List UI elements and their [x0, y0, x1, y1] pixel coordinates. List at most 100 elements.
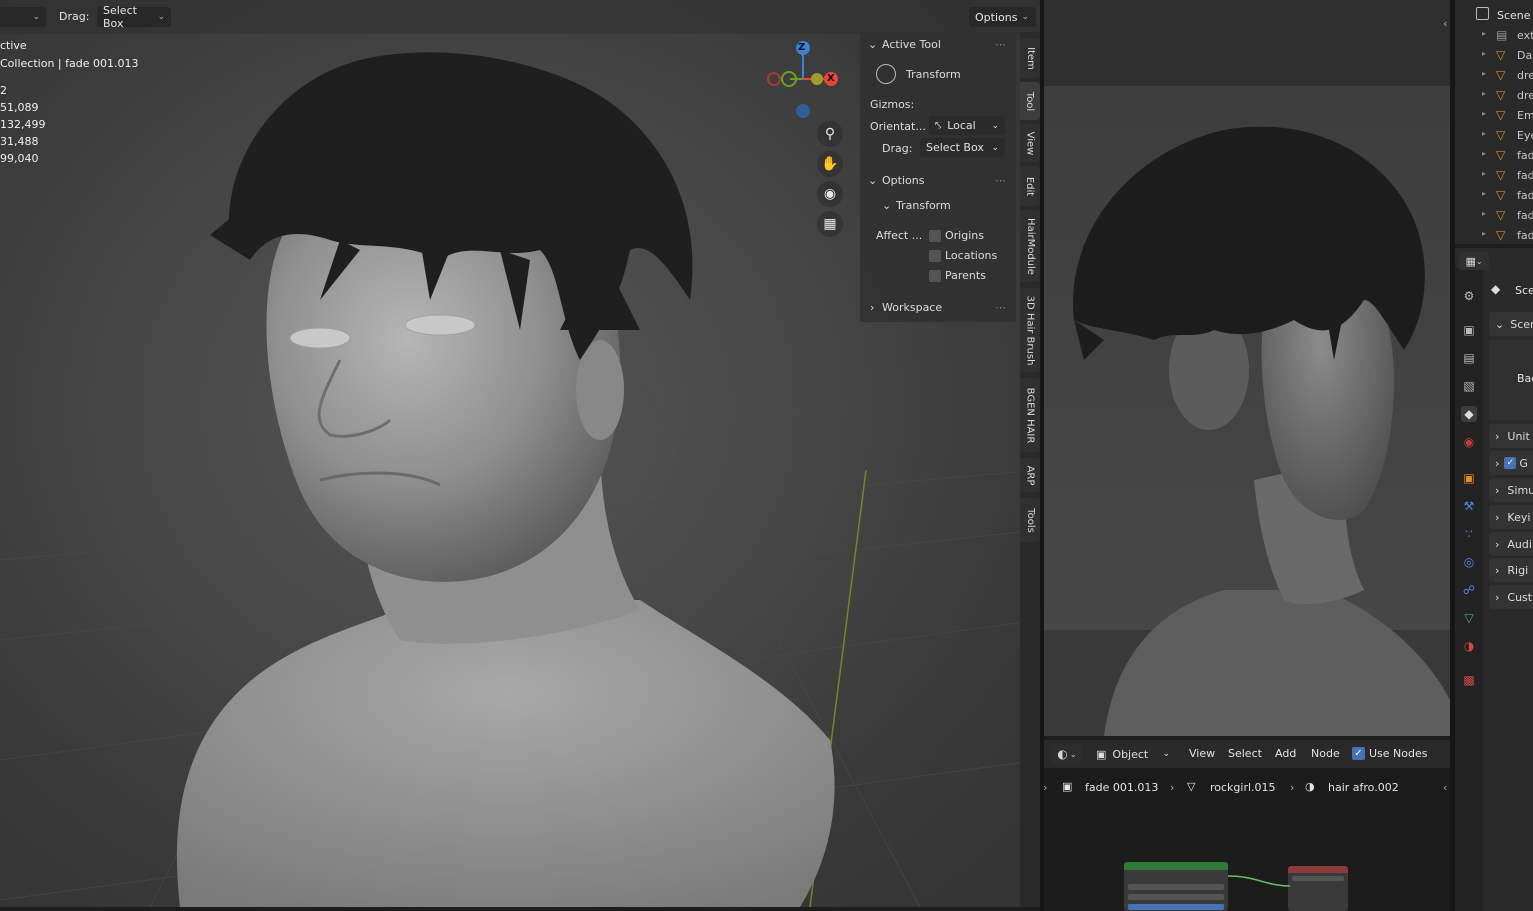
outliner-item[interactable]: ▸ ▽ Em	[1455, 106, 1533, 126]
output-icon[interactable]: ▤	[1461, 350, 1477, 366]
constraint-icon[interactable]: ☍	[1461, 582, 1477, 598]
outliner-item[interactable]: ▸ ▽ dre	[1455, 86, 1533, 106]
drag-handle-icon[interactable]: ⋯	[995, 174, 1006, 187]
expand-arrow-icon[interactable]: ▸	[1482, 169, 1486, 178]
drag-dropdown[interactable]: Select Box ⌄	[97, 4, 171, 30]
outliner-item[interactable]: ▸ ▽ fad	[1455, 186, 1533, 206]
tab-view[interactable]: View	[1020, 124, 1040, 162]
outliner-item[interactable]: ▸ ▽ fad	[1455, 206, 1533, 226]
chevron-down-icon[interactable]: ⌄	[882, 199, 891, 212]
outliner[interactable]: Scene C ▸ ▤ ext ▸ ▽ Daz ▸ ▽ dre ▸ ▽ dre ▸ ▽ Em ▸ ▽ Eye ▸ ▽ f…	[1455, 0, 1533, 244]
chevron-left-icon[interactable]: ‹	[1443, 781, 1447, 794]
options-header[interactable]: Options	[882, 174, 924, 187]
breadcrumb-mesh[interactable]: rockgirl.015	[1210, 781, 1276, 794]
camera-icon[interactable]: ◉	[817, 181, 843, 207]
section-simulation[interactable]: › Simu	[1489, 478, 1533, 502]
expand-arrow-icon[interactable]: ▸	[1482, 89, 1486, 98]
outliner-item[interactable]: ▸ ▤ ext	[1455, 26, 1533, 46]
workspace-header[interactable]: Workspace	[882, 301, 942, 314]
section-keying[interactable]: › Keyi	[1489, 505, 1533, 529]
material-output-node[interactable]	[1288, 866, 1348, 911]
scene-icon[interactable]: ◆	[1461, 406, 1477, 422]
shader-type-dropdown[interactable]: ▣ Object ⌄	[1090, 744, 1176, 764]
drag-handle-icon[interactable]: ⋯	[995, 301, 1006, 314]
locations-checkbox[interactable]	[929, 250, 941, 262]
editor-type-dropdown[interactable]: ◐ ⌄	[1052, 744, 1082, 764]
section-custom-properties[interactable]: › Cust	[1489, 585, 1533, 609]
tab-arp[interactable]: ARP	[1020, 458, 1040, 492]
material-icon[interactable]: ◑	[1461, 638, 1477, 654]
tab-bgen-hair[interactable]: BGEN HAIR	[1020, 378, 1040, 452]
origins-checkbox[interactable]	[929, 230, 941, 242]
tab-hairmodule[interactable]: HairModule	[1020, 210, 1040, 282]
menu-add[interactable]: Add	[1275, 747, 1296, 760]
outliner-scene-row[interactable]: Scene C	[1455, 6, 1533, 26]
drag-handle-icon[interactable]: ⋯	[995, 38, 1006, 51]
principled-hair-node[interactable]	[1124, 862, 1228, 911]
chevron-down-icon[interactable]: ⌄	[868, 38, 877, 51]
expand-arrow-icon[interactable]: ▸	[1482, 189, 1486, 198]
node-field[interactable]	[1292, 876, 1344, 881]
breadcrumb-material[interactable]: hair afro.002	[1328, 781, 1399, 794]
tab-tools[interactable]: Tools	[1020, 498, 1040, 542]
render-preview-viewport[interactable]	[1044, 0, 1450, 736]
view-layer-icon[interactable]: ▧	[1461, 378, 1477, 394]
properties-type-dropdown[interactable]: ▦ ⌄	[1459, 252, 1489, 270]
object-icon[interactable]: ▣	[1461, 470, 1477, 486]
menu-node[interactable]: Node	[1311, 747, 1340, 760]
chevron-right-icon[interactable]: ›	[870, 301, 874, 314]
chevron-down-icon[interactable]: ⌄	[868, 174, 877, 187]
node-field[interactable]	[1128, 904, 1224, 910]
particles-icon[interactable]: ∵	[1461, 526, 1477, 542]
parents-checkbox[interactable]	[929, 270, 941, 282]
chevron-right-icon[interactable]: ›	[1043, 781, 1047, 794]
section-units[interactable]: › Unit	[1489, 424, 1533, 448]
transform-tool-icon[interactable]	[876, 64, 896, 84]
tab-tool[interactable]: Tool	[1020, 82, 1040, 120]
expand-arrow-icon[interactable]: ▸	[1482, 49, 1486, 58]
section-scene[interactable]: ⌄ Scer	[1489, 312, 1533, 336]
properties-editor[interactable]: ▦ ⌄ ⚙ ▣ ▤ ▧ ◆ ◉ ▣ ⚒ ∵ ◎ ☍ ▽ ◑ ▩ ◆ Sce ⌄ Sc…	[1455, 248, 1533, 911]
expand-arrow-icon[interactable]: ▸	[1482, 129, 1486, 138]
tab-item[interactable]: Item	[1020, 38, 1040, 78]
tab-3d-hair-brush[interactable]: 3D Hair Brush	[1020, 288, 1040, 372]
mode-dropdown[interactable]: ⌄	[0, 7, 46, 27]
breadcrumb-object[interactable]: fade 001.013	[1085, 781, 1158, 794]
gravity-checkbox[interactable]: ✓	[1504, 457, 1517, 469]
expand-arrow-icon[interactable]: ▸	[1482, 69, 1486, 78]
hand-pan-icon[interactable]: ✋	[817, 151, 843, 177]
expand-arrow-icon[interactable]: ▸	[1482, 209, 1486, 218]
npanel-drag-dropdown[interactable]: Select Box ⌄	[920, 138, 1005, 157]
section-rigid-body[interactable]: › Rigi	[1489, 558, 1533, 582]
outliner-item[interactable]: ▸ ▽ fad	[1455, 166, 1533, 186]
main-3d-viewport[interactable]: ⌄ Drag: Select Box ⌄ Options ⌄ ctive Colle…	[0, 0, 1040, 907]
outliner-item[interactable]: ▸ ▽ Daz	[1455, 46, 1533, 66]
data-icon[interactable]: ▽	[1461, 610, 1477, 626]
render-icon[interactable]: ▣	[1461, 322, 1477, 338]
grid-perspective-icon[interactable]: ▦	[817, 211, 843, 237]
node-field[interactable]	[1128, 884, 1224, 890]
physics-icon[interactable]: ◎	[1461, 554, 1477, 570]
modifier-icon[interactable]: ⚒	[1461, 498, 1477, 514]
expand-arrow-icon[interactable]: ▸	[1482, 149, 1486, 158]
transform-subheader[interactable]: Transform	[896, 199, 951, 212]
outliner-item[interactable]: ▸ ▽ Eye	[1455, 126, 1533, 146]
menu-view[interactable]: View	[1189, 747, 1215, 760]
menu-select[interactable]: Select	[1228, 747, 1262, 760]
section-audio[interactable]: › Audi	[1489, 532, 1533, 556]
zoom-icon[interactable]: ⚲	[817, 121, 843, 147]
orientation-dropdown[interactable]: ⤣ Local ⌄	[929, 116, 1005, 135]
section-gravity[interactable]: › ✓ G	[1489, 451, 1533, 475]
expand-arrow-icon[interactable]: ▸	[1482, 29, 1486, 38]
options-dropdown[interactable]: Options ⌄	[969, 7, 1036, 27]
texture-icon[interactable]: ▩	[1461, 672, 1477, 688]
chevron-left-icon[interactable]: ‹	[1443, 17, 1447, 30]
tool-icon[interactable]: ⚙	[1461, 288, 1477, 304]
outliner-item[interactable]: ▸ ▽ fad	[1455, 226, 1533, 244]
tab-edit[interactable]: Edit	[1020, 166, 1040, 206]
outliner-item[interactable]: ▸ ▽ fad	[1455, 146, 1533, 166]
world-icon[interactable]: ◉	[1461, 434, 1477, 450]
use-nodes-checkbox[interactable]: ✓	[1352, 747, 1365, 760]
expand-arrow-icon[interactable]: ▸	[1482, 229, 1486, 238]
outliner-item[interactable]: ▸ ▽ dre	[1455, 66, 1533, 86]
